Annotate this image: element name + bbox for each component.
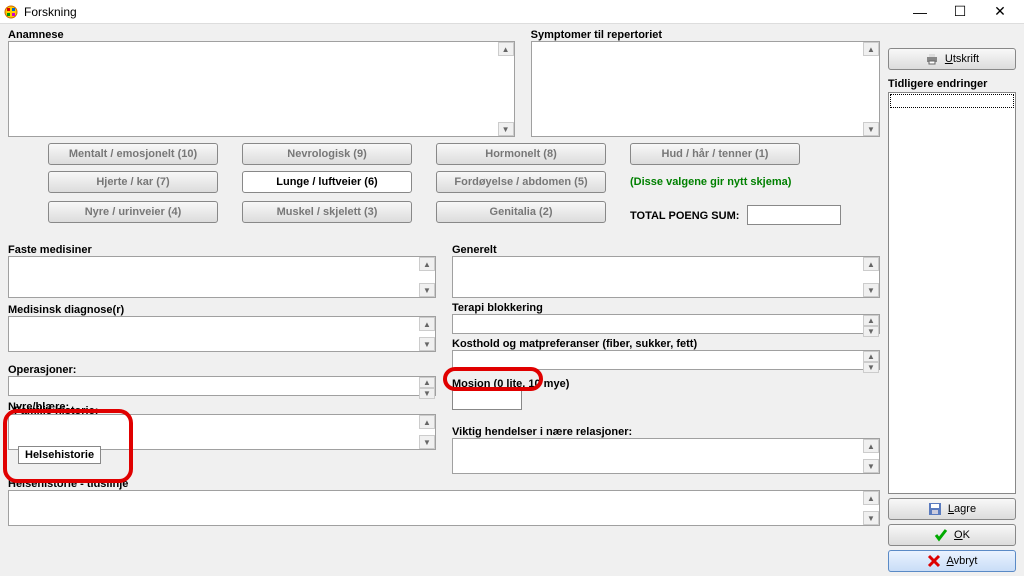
generelt-label: Generelt [452,244,880,256]
cat-nevrologisk-button[interactable]: Nevrologisk (9) [242,143,412,165]
cat-hud-button[interactable]: Hud / hår / tenner (1) [630,143,800,165]
mosjon-label: Mosjon (0 lite, 10 mye) [452,378,880,390]
cat-mentalt-button[interactable]: Mentalt / emosjonelt (10) [48,143,218,165]
medisinsk-diagnose-textarea[interactable] [9,317,419,349]
app-icon [4,5,18,19]
cat-hjerte-button[interactable]: Hjerte / kar (7) [48,171,218,193]
lagre-label: Lagre [948,503,976,515]
utskrift-label: Utskrift [945,53,979,65]
scroll-up-icon[interactable]: ▲ [863,351,879,362]
scroll-down-icon[interactable]: ▼ [419,283,435,297]
terapi-blokkering-textarea[interactable] [453,315,863,331]
scroll-up-icon[interactable]: ▲ [863,42,879,56]
check-icon [934,528,948,542]
cat-fordoyelse-button[interactable]: Fordøyelse / abdomen (5) [436,171,606,193]
scroll-up-icon[interactable]: ▲ [419,317,435,331]
printer-icon [925,52,939,66]
operasjoner-textarea[interactable] [9,377,419,393]
symptomer-textarea[interactable] [532,42,863,134]
anamnese-label: Anamnese [8,29,515,41]
viktig-hendelser-textarea[interactable] [453,439,863,471]
scroll-up-icon[interactable]: ▲ [863,257,879,271]
anamnese-textarea-wrap: ▲▼ [8,41,515,137]
scroll-up-icon[interactable]: ▲ [863,439,879,453]
scroll-down-icon[interactable]: ▼ [863,326,879,337]
generelt-textarea[interactable] [453,257,863,295]
scroll-up-icon[interactable]: ▲ [419,257,435,271]
scroll-down-icon[interactable]: ▼ [863,122,879,136]
helsehistorie-tidslinje-textarea[interactable] [9,491,863,523]
save-icon [928,502,942,516]
lagre-button[interactable]: Lagre [888,498,1016,520]
cat-nyre-button[interactable]: Nyre / urinveier (4) [48,201,218,223]
total-poeng-label: TOTAL POENG SUM: [630,210,739,222]
tidligere-endringer-label: Tidligere endringer [888,78,1016,90]
helsehistorie-tooltip: Helsehistorie [18,446,101,464]
cat-muskel-button[interactable]: Muskel / skjelett (3) [242,201,412,223]
ok-label: OK [954,529,970,541]
scroll-down-icon[interactable]: ▼ [863,511,879,525]
window-minimize[interactable]: — [900,0,940,24]
avbryt-label: Avbryt [947,555,978,567]
familie-historie-textarea[interactable] [9,415,419,447]
kosthold-textarea[interactable] [453,351,863,367]
medisinsk-diagnose-label: Medisinsk diagnose(r) [8,304,436,316]
scroll-up-icon[interactable]: ▲ [419,415,435,429]
cancel-icon [927,554,941,568]
anamnese-textarea[interactable] [9,42,498,134]
scroll-down-icon[interactable]: ▼ [419,435,435,449]
window-titlebar: Forskning — ☐ ✕ [0,0,1024,24]
kosthold-label: Kosthold og matpreferanser (fiber, sukke… [452,338,880,350]
symptomer-textarea-wrap: ▲▼ [531,41,880,137]
terapi-blokkering-label: Terapi blokkering [452,302,880,314]
scroll-down-icon[interactable]: ▼ [863,459,879,473]
viktig-hendelser-label: Viktig hendelser i nære relasjoner: [452,426,880,438]
mosjon-input[interactable] [452,390,522,410]
scroll-up-icon[interactable]: ▲ [863,491,879,505]
avbryt-button[interactable]: Avbryt [888,550,1016,572]
faste-medisiner-label: Faste medisiner [8,244,436,256]
window-title: Forskning [24,5,900,19]
scroll-down-icon[interactable]: ▼ [419,337,435,351]
helsehistorie-tidslinje-label: Helsehistorie - tidslinje [8,478,880,490]
scroll-up-icon[interactable]: ▲ [863,315,879,326]
window-maximize[interactable]: ☐ [940,0,980,24]
scroll-down-icon[interactable]: ▼ [419,388,435,399]
symptomer-label: Symptomer til repertoriet [531,29,880,41]
scroll-down-icon[interactable]: ▼ [863,283,879,297]
scroll-down-icon[interactable]: ▼ [863,362,879,373]
scroll-down-icon[interactable]: ▼ [498,122,514,136]
window-close[interactable]: ✕ [980,0,1020,24]
nytt-skjema-note: (Disse valgene gir nytt skjema) [630,176,800,188]
cat-genitalia-button[interactable]: Genitalia (2) [436,201,606,223]
faste-medisiner-textarea[interactable] [9,257,419,295]
scroll-up-icon[interactable]: ▲ [419,377,435,388]
cat-hormonelt-button[interactable]: Hormonelt (8) [436,143,606,165]
scroll-up-icon[interactable]: ▲ [498,42,514,56]
utskrift-button[interactable]: Utskrift [888,48,1016,70]
tidligere-endringer-listbox[interactable] [888,92,1016,494]
total-poeng-input[interactable] [747,205,841,225]
ok-button[interactable]: OK [888,524,1016,546]
cat-lunge-button[interactable]: Lunge / luftveier (6) [242,171,412,193]
operasjoner-label: Operasjoner: [8,364,436,376]
